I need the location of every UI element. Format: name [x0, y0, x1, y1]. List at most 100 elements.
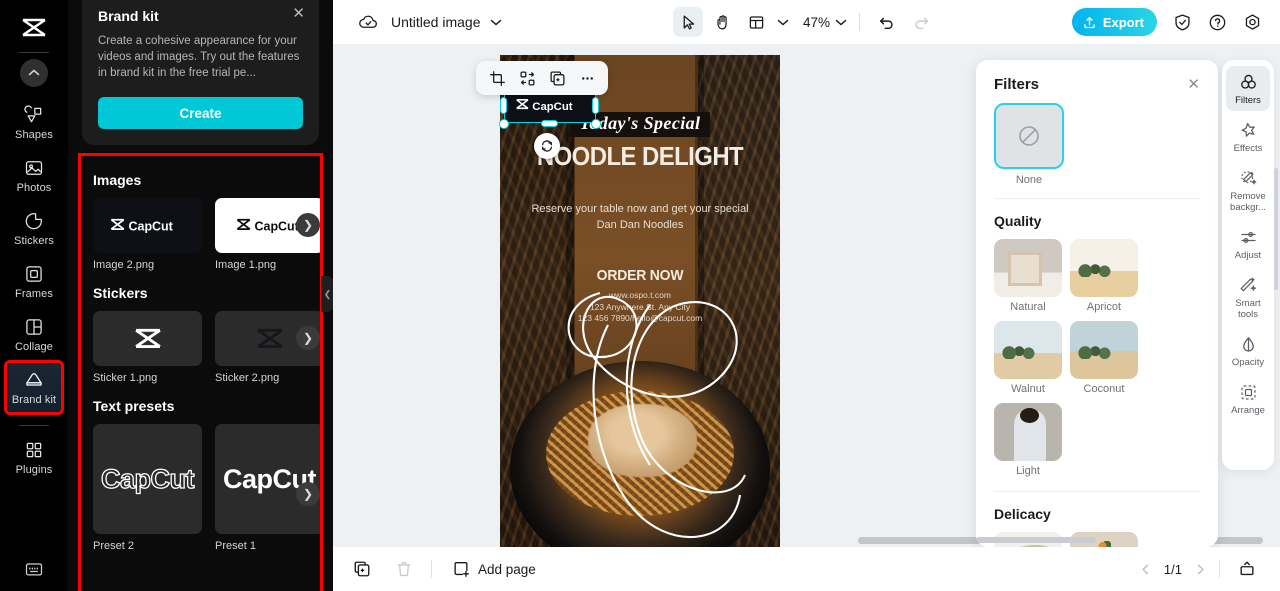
chevron-left-icon[interactable]: [1139, 563, 1152, 576]
chevron-right-icon[interactable]: ❯: [296, 213, 320, 237]
section-heading-images: Images: [93, 172, 142, 188]
right-rail-item-effects[interactable]: Effects: [1226, 114, 1270, 159]
poster-artboard[interactable]: Today's Special NOODLE DELIGHT Reserve y…: [500, 55, 780, 547]
right-rail-item-adjust[interactable]: Adjust: [1226, 221, 1270, 266]
sidebar-item-stickers[interactable]: Stickers: [6, 203, 62, 254]
rail-collapse-button[interactable]: [20, 59, 48, 87]
filter-thumbnail-walnut[interactable]: [994, 321, 1062, 379]
asset-caption: Sticker 2.png: [215, 372, 280, 384]
filters-panel-title: Filters: [994, 76, 1040, 93]
add-page-button[interactable]: Add page: [444, 560, 536, 578]
trash-icon[interactable]: [389, 554, 419, 584]
filters-panel-header: Filters ✕: [976, 60, 1218, 93]
right-rail-item-remove-background[interactable]: Remove backgr...: [1226, 162, 1270, 218]
asset-cell: CapCut Image 2.png: [93, 198, 202, 271]
stickers-icon: [24, 210, 44, 232]
sidebar-item-frames[interactable]: Frames: [6, 256, 62, 307]
layout-caret-icon[interactable]: [777, 18, 789, 26]
ellipsis-icon[interactable]: [572, 64, 602, 92]
filter-grid-quality: Natural Apricot Walnut Coconut Light: [976, 229, 1218, 477]
toolbar-divider: [859, 13, 861, 31]
right-rail-label: Filters: [1235, 95, 1261, 106]
create-button[interactable]: Create: [98, 97, 303, 129]
sidebar-label: Plugins: [15, 464, 53, 476]
right-rail-scrollbar[interactable]: [1274, 168, 1278, 290]
zoom-caret-icon[interactable]: [835, 18, 847, 26]
filter-thumbnail-apricot[interactable]: [1070, 239, 1138, 297]
duplicate-page-icon[interactable]: [347, 554, 377, 584]
filters-icon: [1239, 72, 1258, 92]
asset-cell: Sticker 1.png: [93, 311, 202, 384]
resize-handle-bottom-left[interactable]: [499, 119, 509, 129]
close-icon[interactable]: ✕: [292, 6, 305, 21]
swap-nodes-icon[interactable]: [512, 64, 542, 92]
filter-label: Apricot: [1086, 301, 1122, 313]
section-heading-text-presets: Text presets: [93, 398, 175, 414]
filters-panel-scrollbar[interactable]: [976, 537, 1096, 543]
right-rail-item-arrange[interactable]: Arrange: [1226, 376, 1270, 421]
undo-button[interactable]: [872, 7, 902, 37]
layout-tool-button[interactable]: [741, 7, 771, 37]
resize-handle-bottom-right[interactable]: [591, 119, 601, 129]
poster-cta: ORDER NOW: [596, 267, 684, 284]
sidebar-item-brand-kit[interactable]: Brand kit: [4, 360, 64, 415]
filter-thumbnail-light[interactable]: [994, 403, 1062, 461]
panel-collapse-handle[interactable]: ❮: [321, 276, 333, 312]
resize-handle-right[interactable]: [592, 97, 599, 114]
sidebar-item-photos[interactable]: Photos: [6, 150, 62, 201]
sidebar-item-collage[interactable]: Collage: [6, 309, 62, 360]
select-tool-button[interactable]: [673, 7, 703, 37]
chevron-down-icon[interactable]: [490, 18, 502, 26]
svg-text:CapCut: CapCut: [532, 101, 573, 113]
redo-button[interactable]: [906, 7, 936, 37]
cloud-saved-icon[interactable]: [358, 13, 379, 31]
image-thumbnail-2[interactable]: CapCut: [93, 198, 202, 253]
right-rail-item-opacity[interactable]: Opacity: [1226, 328, 1270, 373]
filter-option-none[interactable]: [994, 103, 1064, 169]
document-title[interactable]: Untitled image: [391, 14, 481, 30]
sticker-thumbnail-1[interactable]: [93, 311, 202, 366]
asset-caption: Image 2.png: [93, 259, 155, 271]
asset-caption: Preset 1: [215, 540, 256, 552]
zoom-level-value[interactable]: 47%: [803, 15, 830, 30]
export-button[interactable]: Export: [1071, 8, 1157, 36]
present-icon[interactable]: [1232, 554, 1262, 584]
crop-icon[interactable]: [482, 64, 512, 92]
right-rail-item-smart-tools[interactable]: Smart tools: [1226, 269, 1270, 325]
add-page-label: Add page: [478, 561, 536, 577]
stickers-grid: Sticker 1.png Sticker 2.png ❯: [93, 311, 320, 384]
capcut-editor-window: Shapes Photos Stickers Frames Collage Br…: [0, 0, 1280, 591]
text-preset-thumbnail-2[interactable]: CapCut: [93, 424, 202, 534]
canvas-tools-group: 47%: [673, 7, 940, 37]
resize-handle-bottom[interactable]: [541, 120, 558, 127]
close-icon[interactable]: ✕: [1187, 77, 1200, 92]
hand-tool-button[interactable]: [707, 7, 737, 37]
settings-gear-icon[interactable]: [1243, 13, 1262, 32]
keyboard-shortcuts-icon[interactable]: [24, 560, 44, 583]
right-rail-label: Adjust: [1234, 250, 1262, 261]
sidebar-item-shapes[interactable]: Shapes: [6, 97, 62, 148]
preset-sample-text: CapCut: [100, 463, 195, 494]
duplicate-icon[interactable]: [542, 64, 572, 92]
remove-background-icon: [1239, 168, 1258, 188]
chevron-right-icon[interactable]: ❯: [296, 482, 320, 506]
asset-caption: Sticker 1.png: [93, 372, 158, 384]
right-rail-item-filters[interactable]: Filters: [1226, 66, 1270, 111]
resize-handle-left[interactable]: [500, 97, 507, 114]
chevron-right-icon[interactable]: ❯: [296, 326, 320, 350]
rotate-icon[interactable]: [534, 133, 560, 159]
help-circle-icon[interactable]: [1208, 13, 1227, 32]
chevron-right-icon[interactable]: [1194, 563, 1207, 576]
filter-thumbnail-coconut[interactable]: [1070, 321, 1138, 379]
rail-bottom-section: [0, 560, 68, 583]
right-rail-label: Effects: [1233, 143, 1263, 154]
filter-thumbnail-natural[interactable]: [994, 239, 1062, 297]
text-preset-thumbnail-1[interactable]: CapCut: [215, 424, 320, 534]
asset-cell: CapCut Preset 2: [93, 424, 202, 552]
poster-address-line: www.ospo.t.com: [609, 290, 671, 300]
shield-check-icon[interactable]: [1173, 13, 1192, 32]
sidebar-item-plugins[interactable]: Plugins: [6, 432, 62, 483]
capcut-logo[interactable]: [16, 14, 52, 42]
filter-group-heading-quality: Quality: [994, 213, 1042, 229]
filter-option: Natural: [994, 239, 1062, 313]
